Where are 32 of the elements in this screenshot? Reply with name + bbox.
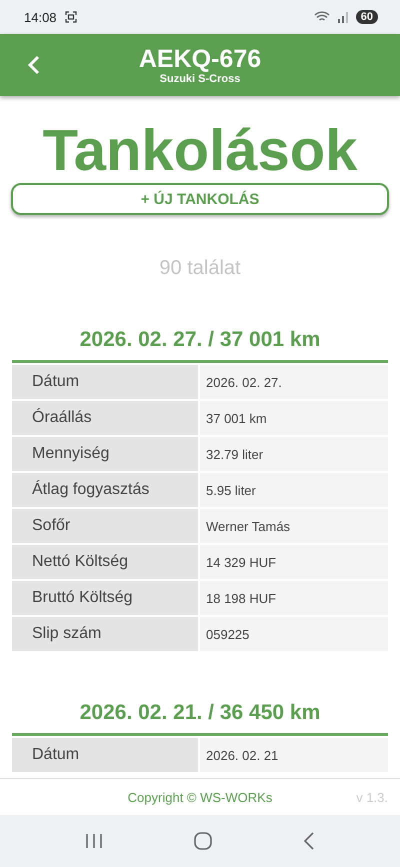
field-value: 2026. 02. 27.	[200, 365, 388, 399]
field-value: 5.95 liter	[200, 473, 388, 507]
field-value: 059225	[200, 617, 388, 651]
battery-indicator: 60	[356, 10, 378, 24]
page-title: Tankolások	[42, 117, 358, 185]
field-value: 18 198 HUF	[200, 581, 388, 615]
new-refueling-button[interactable]: + ÚJ TANKOLÁS	[11, 183, 389, 215]
field-label: Bruttó Költség	[12, 581, 198, 615]
result-count: 90 találat	[159, 257, 241, 280]
field-value: 2026. 02. 21	[200, 738, 388, 772]
wifi-icon	[314, 11, 330, 23]
field-value: 32.79 liter	[200, 437, 388, 471]
field-value: 37 001 km	[200, 401, 388, 435]
field-label: Dátum	[12, 365, 198, 399]
vehicle-model: Suzuki S-Cross	[160, 73, 240, 85]
field-label: Dátum	[12, 738, 198, 772]
recent-apps-icon[interactable]	[85, 833, 104, 849]
field-label: Slip szám	[12, 617, 198, 651]
field-label: Átlag fogyasztás	[12, 473, 198, 507]
field-value: Werner Tamás	[200, 509, 388, 543]
field-value: 14 329 HUF	[200, 545, 388, 579]
copyright-text: Copyright © WS-WORKs	[128, 790, 272, 804]
signal-icon	[338, 12, 348, 22]
screenshot-icon	[64, 11, 77, 23]
clock: 14:08	[24, 10, 57, 24]
field-label: Sofőr	[12, 509, 198, 543]
field-label: Nettó Költség	[12, 545, 198, 579]
field-label: Mennyiség	[12, 437, 198, 471]
field-label: Óraállás	[12, 401, 198, 435]
home-icon[interactable]	[194, 832, 212, 850]
back-icon[interactable]	[302, 832, 315, 850]
vehicle-plate: AEKQ-676	[138, 45, 262, 73]
